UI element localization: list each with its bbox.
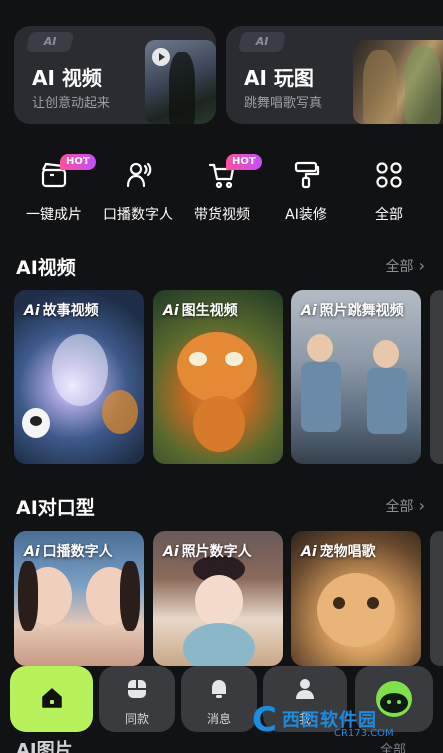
ai-tag: AI	[237, 32, 287, 52]
avatar-speak-icon	[126, 162, 152, 188]
tool-all[interactable]: 全部	[347, 154, 431, 226]
paint-roller-icon	[294, 161, 320, 189]
watermark-c-icon: C	[252, 700, 277, 740]
template-icon	[128, 680, 146, 698]
watermark-logo: C 西西软件园 CR173.COM	[252, 700, 422, 740]
quick-tools: HOT 一键成片 口播数字人 HOT 带货视频 AI装修 全部	[0, 154, 443, 234]
card-label: Ai 图生视频	[163, 303, 238, 319]
card-talking-avatar[interactable]: Ai 口播数字人	[14, 531, 144, 666]
ai-play-card[interactable]: AI AI 玩图 跳舞唱歌写真	[226, 26, 443, 124]
tool-ai-decoration[interactable]: AI装修	[264, 154, 348, 226]
ai-play-subtitle: 跳舞唱歌写真	[244, 96, 323, 111]
home-icon	[41, 688, 62, 708]
grid-dots-icon	[376, 162, 402, 188]
card-pet-singing[interactable]: Ai 宠物唱歌	[291, 531, 421, 666]
play-icon	[152, 48, 170, 66]
card-peek[interactable]	[430, 290, 443, 464]
nav-messages[interactable]: 消息	[181, 666, 257, 732]
ai-tag: AI	[25, 32, 75, 52]
ai-play-title: AI 玩图	[244, 66, 314, 90]
ai-video-subtitle: 让创意动起来	[32, 96, 111, 111]
user-icon	[296, 679, 314, 699]
section-more-ai-image[interactable]: 全部	[380, 739, 406, 753]
card-peek[interactable]	[430, 531, 443, 666]
card-photo-dance-video[interactable]: Ai 照片跳舞视频	[291, 290, 421, 464]
tool-label: 全部	[375, 207, 403, 223]
tool-label: AI装修	[285, 207, 327, 223]
card-label: Ai 故事视频	[24, 303, 99, 319]
bell-icon	[212, 680, 226, 698]
ai-play-thumbnail	[353, 40, 443, 124]
section-title-ai-image: AI图片	[16, 740, 73, 753]
card-label: Ai 照片数字人	[163, 544, 252, 560]
section-more-ai-video[interactable]: 全部	[386, 256, 425, 276]
card-image-to-video[interactable]: Ai 图生视频	[153, 290, 283, 464]
nav-label: 同款	[124, 712, 149, 726]
card-label: Ai 宠物唱歌	[301, 544, 376, 560]
tool-one-click-video[interactable]: HOT 一键成片	[12, 154, 96, 226]
tool-label: 口播数字人	[103, 207, 173, 223]
feature-cards: AI AI 视频 让创意动起来 AI AI 玩图 跳舞唱歌写真	[14, 26, 443, 124]
card-label: Ai 口播数字人	[24, 544, 113, 560]
tool-label: 带货视频	[194, 207, 250, 223]
tool-label: 一键成片	[26, 207, 82, 223]
hot-badge: HOT	[226, 154, 262, 170]
section-title-ai-video: AI视频	[16, 257, 76, 279]
section-more-ai-lipsync[interactable]: 全部	[386, 496, 425, 516]
card-label: Ai 照片跳舞视频	[301, 303, 404, 319]
ai-video-thumbnail	[145, 40, 216, 124]
nav-templates[interactable]: 同款	[99, 666, 175, 732]
section-title-ai-lipsync: AI对口型	[16, 497, 95, 519]
ai-video-title: AI 视频	[32, 66, 102, 90]
hot-badge: HOT	[60, 154, 96, 170]
ai-video-card[interactable]: AI AI 视频 让创意动起来	[14, 26, 216, 124]
nav-label: 消息	[206, 712, 231, 726]
nav-home[interactable]	[10, 666, 93, 732]
ai-video-cards: Ai 故事视频 Ai 图生视频 Ai 照片跳舞视频	[14, 290, 443, 464]
ai-lipsync-cards: Ai 口播数字人 Ai 照片数字人 Ai 宠物唱歌	[14, 531, 443, 666]
tool-talking-avatar[interactable]: 口播数字人	[96, 154, 180, 226]
card-photo-avatar[interactable]: Ai 照片数字人	[153, 531, 283, 666]
watermark-url: CR173.COM	[334, 728, 394, 739]
tool-sales-video[interactable]: HOT 带货视频	[180, 154, 264, 226]
card-story-video[interactable]: Ai 故事视频	[14, 290, 144, 464]
